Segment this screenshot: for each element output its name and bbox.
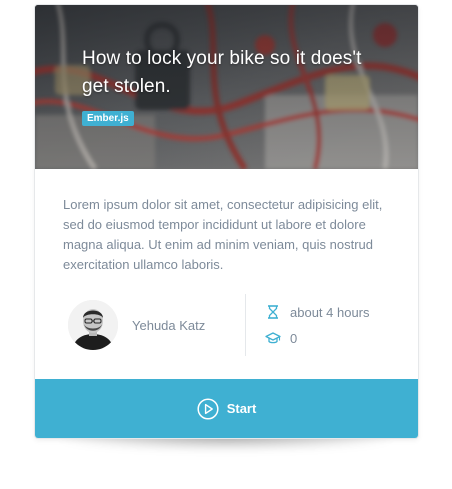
meta-divider	[245, 294, 246, 356]
tag-badge[interactable]: Ember.js	[82, 111, 134, 126]
students-count: 0	[290, 330, 298, 346]
course-card: How to lock your bike so it does't get s…	[35, 5, 418, 438]
play-circle-icon	[197, 397, 219, 420]
author-name[interactable]: Yehuda Katz	[132, 318, 205, 333]
hourglass-icon	[265, 304, 281, 320]
start-button[interactable]: Start	[35, 379, 418, 438]
duration-row: about 4 hours	[265, 303, 370, 321]
graduation-cap-icon	[265, 330, 281, 346]
start-label: Start	[226, 401, 257, 416]
course-description: Lorem ipsum dolor sit amet, consectetur …	[63, 197, 383, 272]
hero-banner: How to lock your bike so it does't get s…	[35, 5, 418, 169]
author-info: Yehuda Katz	[68, 295, 205, 355]
avatar	[68, 300, 118, 350]
duration-value: about 4 hours	[290, 304, 370, 320]
students-row: 0	[265, 329, 297, 347]
course-title: How to lock your bike so it does't get s…	[82, 48, 362, 97]
